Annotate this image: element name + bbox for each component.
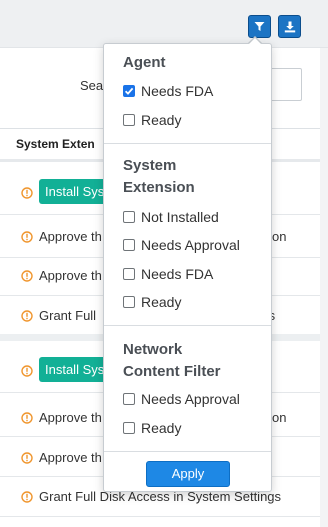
checkbox[interactable] bbox=[123, 114, 135, 126]
search-label: Sea bbox=[80, 78, 104, 93]
warning-icon bbox=[21, 309, 33, 322]
section-title-agent: Agent bbox=[123, 54, 166, 71]
install-system-extension-button[interactable]: Install Sys bbox=[39, 179, 111, 204]
dropdown-divider bbox=[104, 143, 271, 144]
filter-icon bbox=[254, 22, 265, 31]
install-system-extension-button[interactable]: Install Sys bbox=[39, 357, 111, 382]
option-agent-ready[interactable]: Ready bbox=[123, 111, 181, 129]
warning-icon bbox=[21, 230, 33, 243]
table-row-text-tail: on bbox=[272, 410, 287, 425]
dropdown-divider bbox=[104, 325, 271, 326]
checkbox[interactable] bbox=[123, 239, 135, 251]
warning-icon bbox=[21, 269, 33, 282]
row-divider bbox=[0, 516, 320, 517]
checkbox[interactable] bbox=[123, 393, 135, 405]
option-ncf-needs-approval[interactable]: Needs Approval bbox=[123, 390, 240, 408]
download-button[interactable] bbox=[278, 15, 301, 38]
filter-button[interactable] bbox=[248, 15, 271, 38]
section-title-system-extension: System Extension bbox=[123, 157, 195, 196]
filter-dropdown: Agent Needs FDA Ready System Extension N… bbox=[103, 43, 272, 492]
warning-icon bbox=[21, 186, 33, 199]
download-icon bbox=[284, 21, 295, 32]
table-row-text: Approve th bbox=[39, 268, 102, 283]
option-sysext-ready[interactable]: Ready bbox=[123, 293, 181, 311]
scrollbar-track[interactable] bbox=[320, 48, 328, 527]
option-sysext-needs-approval[interactable]: Needs Approval bbox=[123, 236, 240, 254]
column-header-system-extension: System Exten bbox=[16, 137, 95, 151]
table-row-text: Approve th bbox=[39, 410, 102, 425]
table-row-text: Grant Full bbox=[39, 308, 97, 323]
dropdown-divider bbox=[104, 451, 271, 452]
warning-icon bbox=[21, 490, 33, 503]
warning-icon bbox=[21, 411, 33, 424]
option-agent-needs-fda[interactable]: Needs FDA bbox=[123, 82, 213, 100]
checkbox[interactable] bbox=[123, 296, 135, 308]
table-row-text-tail: on bbox=[272, 229, 287, 244]
checkbox[interactable] bbox=[123, 422, 135, 434]
checkbox-checked[interactable] bbox=[123, 85, 135, 97]
warning-icon bbox=[21, 451, 33, 464]
checkbox[interactable] bbox=[123, 268, 135, 280]
checkbox[interactable] bbox=[123, 211, 135, 223]
option-sysext-needs-fda[interactable]: Needs FDA bbox=[123, 265, 213, 283]
apply-button[interactable]: Apply bbox=[146, 461, 230, 487]
section-title-network-content-filter: Network Content Filter bbox=[123, 341, 221, 380]
table-row-text: Approve th bbox=[39, 229, 102, 244]
option-ncf-ready[interactable]: Ready bbox=[123, 419, 181, 437]
dropdown-pointer-fill bbox=[249, 38, 261, 44]
option-sysext-not-installed[interactable]: Not Installed bbox=[123, 208, 219, 226]
table-row-text: Approve th bbox=[39, 450, 102, 465]
search-input[interactable] bbox=[270, 68, 302, 101]
warning-icon bbox=[21, 364, 33, 377]
